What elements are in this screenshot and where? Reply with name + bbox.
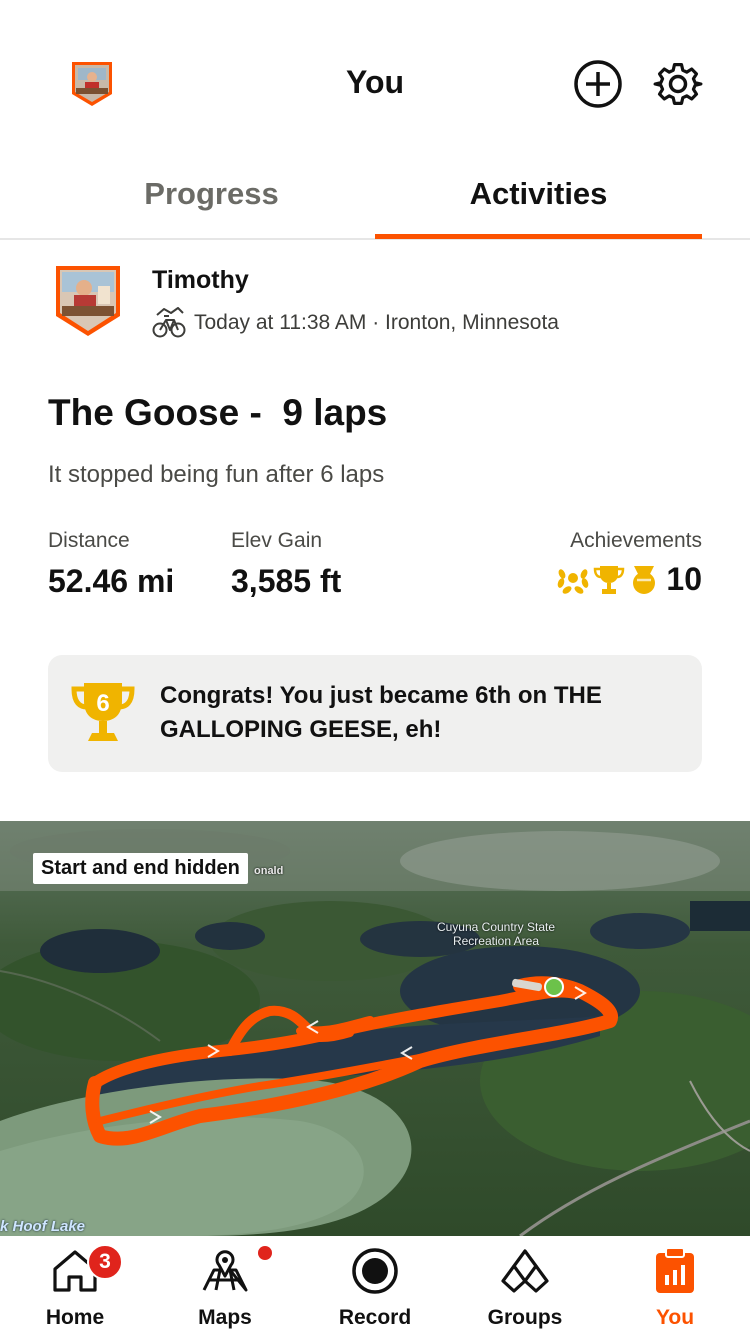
record-icon bbox=[350, 1248, 400, 1294]
bottom-navigation: 3 Home Maps Record Groups You bbox=[0, 1236, 750, 1334]
tab-bar: Progress Activities bbox=[0, 150, 750, 240]
privacy-badge: Start and end hidden bbox=[33, 853, 248, 884]
activity-map[interactable]: onald Start and end hidden Cuyuna Countr… bbox=[0, 821, 750, 1236]
plus-circle-icon bbox=[574, 60, 622, 108]
home-notification-badge: 3 bbox=[87, 1244, 123, 1280]
athlete-avatar[interactable] bbox=[54, 264, 122, 338]
page-title: You bbox=[345, 64, 405, 100]
tab-progress[interactable]: Progress bbox=[48, 150, 375, 238]
leaderboard-congrats-banner[interactable]: 6 Congrats! You just became 6th on THE G… bbox=[48, 655, 702, 772]
map-lake-label: k Hoof Lake bbox=[0, 1218, 86, 1235]
achievements-count: 10 bbox=[666, 561, 702, 597]
laurel-icon bbox=[558, 568, 589, 594]
distance-value: 52.46 mi bbox=[48, 563, 175, 599]
nav-groups-label: Groups bbox=[487, 1306, 563, 1329]
nav-home-label: Home bbox=[45, 1306, 105, 1329]
stat-achievements[interactable]: Achievements 10 bbox=[556, 529, 702, 598]
nav-record-label: Record bbox=[338, 1306, 412, 1329]
congrats-text: Congrats! You just became 6th on THE GAL… bbox=[160, 682, 602, 743]
achievements-label: Achievements bbox=[570, 529, 702, 552]
elev-gain-label: Elev Gain bbox=[231, 529, 323, 552]
map-place-label: onald bbox=[254, 865, 284, 877]
bike-icon bbox=[152, 307, 186, 338]
settings-button[interactable] bbox=[652, 58, 704, 110]
nav-groups[interactable]: Groups bbox=[450, 1236, 600, 1334]
nav-maps[interactable]: Maps bbox=[150, 1236, 300, 1334]
achievements-row: 10 bbox=[556, 561, 702, 598]
rank-number: 6 bbox=[96, 690, 109, 717]
kom-medal-icon bbox=[633, 565, 656, 594]
stat-distance: Distance 52.46 mi bbox=[48, 529, 174, 600]
nav-home[interactable]: 3 Home bbox=[0, 1236, 150, 1334]
activity-meta-text: Today at 11:38 AM · Ironton, Minnesota bbox=[194, 311, 559, 334]
active-tab-indicator bbox=[375, 234, 702, 239]
add-button[interactable] bbox=[572, 58, 624, 110]
activity-description: It stopped being fun after 6 laps bbox=[48, 461, 385, 488]
trophy-icon bbox=[594, 565, 625, 594]
groups-icon bbox=[500, 1248, 550, 1294]
activity-title[interactable]: The Goose - 9 laps bbox=[48, 392, 387, 434]
distance-label: Distance bbox=[48, 529, 130, 552]
nav-maps-label: Maps bbox=[198, 1306, 252, 1329]
maps-icon bbox=[200, 1248, 250, 1294]
nav-you[interactable]: You bbox=[600, 1236, 750, 1334]
tab-activities[interactable]: Activities bbox=[375, 150, 702, 238]
maps-notification-dot bbox=[258, 1246, 272, 1260]
map-recreation-area-label: Cuyuna Country State Recreation Area bbox=[436, 920, 556, 948]
stat-elevation: Elev Gain 3,585 ft bbox=[231, 529, 341, 600]
elev-gain-value: 3,585 ft bbox=[231, 563, 342, 599]
nav-record[interactable]: Record bbox=[300, 1236, 450, 1334]
trophy-rank-icon: 6 bbox=[70, 679, 136, 749]
athlete-name[interactable]: Timothy bbox=[152, 266, 249, 295]
top-header: You bbox=[0, 0, 750, 150]
nav-you-label: You bbox=[655, 1306, 695, 1329]
gear-icon bbox=[653, 63, 703, 105]
you-icon bbox=[650, 1247, 700, 1294]
activity-meta: Today at 11:38 AM · Ironton, Minnesota bbox=[152, 306, 559, 340]
